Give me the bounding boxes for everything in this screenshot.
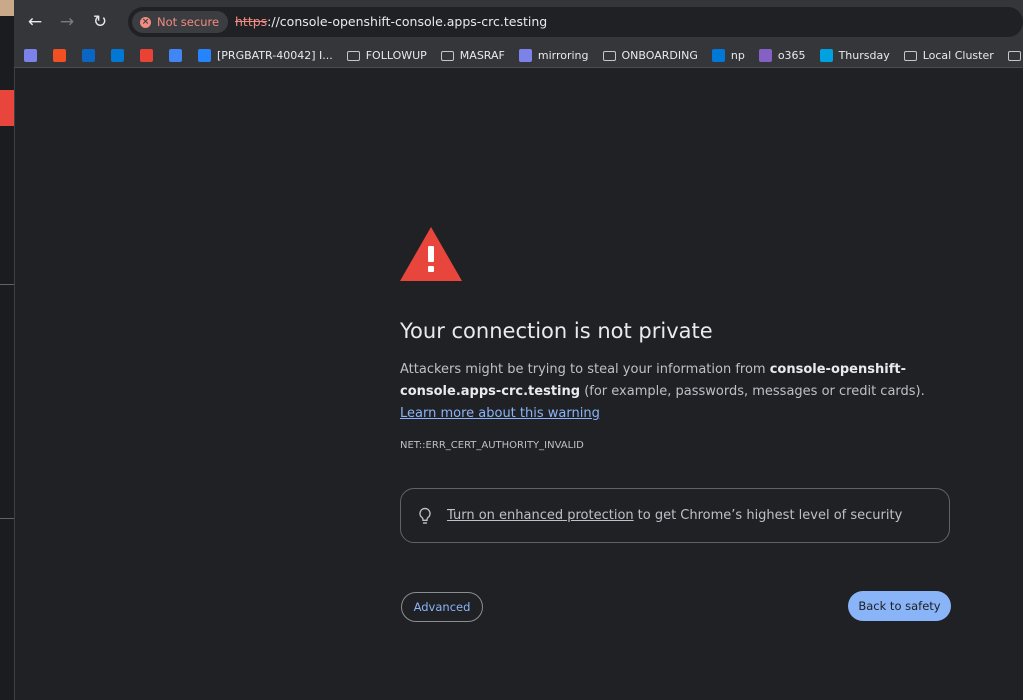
folder-icon (1007, 50, 1021, 61)
bookmark-item[interactable] (53, 49, 66, 62)
outlook-icon (111, 49, 124, 62)
learn-more-link[interactable]: Learn more about this warning (400, 406, 600, 421)
bookmarks-bar: [PRGBATR-40042] I... FOLLOWUP MASRAF mirror… (14, 44, 1023, 68)
calendar-icon (169, 49, 182, 62)
url-host-path: ://console-openshift-console.apps-crc.te… (267, 14, 548, 29)
forward-arrow-icon[interactable]: → (56, 11, 78, 33)
description-text: Attackers might be trying to steal your … (400, 362, 770, 377)
warning-description: Attackers might be trying to steal your … (400, 359, 960, 425)
interstitial-page: Your connection is not private Attackers… (15, 69, 1023, 700)
bookmark-item[interactable]: Local Cluster (903, 49, 994, 62)
folder-icon (602, 50, 616, 61)
enhanced-protection-link[interactable]: Turn on enhanced protection (447, 508, 634, 523)
gmail-icon (140, 49, 153, 62)
folder-icon (903, 50, 917, 61)
salesforce-icon (819, 49, 833, 62)
bookmark-item[interactable]: M (1007, 49, 1023, 62)
jira-icon (198, 49, 211, 62)
adjacent-window-divider (0, 518, 14, 519)
teams-icon (518, 49, 532, 62)
microsoft-icon (53, 49, 66, 62)
bookmark-label: np (730, 49, 745, 62)
bookmark-item[interactable] (169, 49, 182, 62)
bookmark-item[interactable]: [PRGBATR-40042] I... (198, 49, 333, 62)
enhanced-protection-box: Turn on enhanced protection to get Chrom… (400, 488, 950, 543)
folder-icon (440, 50, 454, 61)
security-chip[interactable]: × Not secure (132, 11, 229, 33)
bookmark-item[interactable] (140, 49, 153, 62)
not-secure-icon: × (140, 16, 151, 28)
url-text[interactable]: https://console-openshift-console.apps-c… (235, 14, 547, 29)
back-to-safety-button[interactable]: Back to safety (848, 591, 951, 621)
bookmark-label: ONBOARDING (621, 49, 698, 62)
warning-triangle-icon (400, 227, 462, 281)
bookmark-item[interactable]: mirroring (518, 49, 589, 62)
copilot-icon (758, 49, 772, 62)
azure-devops-icon (711, 49, 725, 62)
lightbulb-icon (419, 507, 431, 524)
bookmark-label: Thursday (838, 49, 890, 62)
bookmark-label: FOLLOWUP (365, 49, 427, 62)
url-scheme: https (235, 14, 268, 29)
page-title: Your connection is not private (400, 319, 713, 343)
bookmark-label: Local Cluster (922, 49, 994, 62)
bookmark-item[interactable]: o365 (758, 49, 806, 62)
bookmark-label: [PRGBATR-40042] I... (217, 49, 333, 62)
advanced-button[interactable]: Advanced (401, 592, 483, 622)
bookmark-item[interactable]: Thursday (819, 49, 890, 62)
bookmark-item[interactable] (111, 49, 124, 62)
enhanced-protection-text: to get Chrome’s highest level of securit… (637, 508, 903, 523)
bookmark-label: MASRAF (459, 49, 505, 62)
bookmark-item[interactable]: MASRAF (440, 49, 505, 62)
bookmark-item[interactable]: ONBOARDING (602, 49, 698, 62)
security-chip-label: Not secure (157, 15, 220, 29)
bookmark-label: o365 (777, 49, 806, 62)
blue-app-icon (82, 49, 95, 62)
back-arrow-icon[interactable]: ← (24, 11, 46, 33)
teams-icon (24, 49, 37, 62)
bookmark-item[interactable] (24, 49, 37, 62)
error-code: NET::ERR_CERT_AUTHORITY_INVALID (400, 440, 584, 451)
folder-icon (346, 50, 360, 61)
address-bar[interactable]: × Not secure https://console-openshift-c… (128, 7, 1023, 37)
adjacent-window-divider (0, 284, 14, 285)
reload-icon[interactable]: ↻ (89, 11, 111, 33)
bookmark-item[interactable]: np (711, 49, 745, 62)
adjacent-window-edge (0, 0, 15, 700)
adjacent-window-red-block (0, 90, 14, 126)
description-text: (for example, passwords, messages or cre… (580, 384, 925, 399)
bookmark-item[interactable] (82, 49, 95, 62)
adjacent-window-corner (0, 0, 14, 16)
bookmark-label: mirroring (537, 49, 589, 62)
browser-toolbar: ← → ↻ × Not secure https://console-opens… (14, 0, 1023, 44)
bookmark-item[interactable]: FOLLOWUP (346, 49, 427, 62)
